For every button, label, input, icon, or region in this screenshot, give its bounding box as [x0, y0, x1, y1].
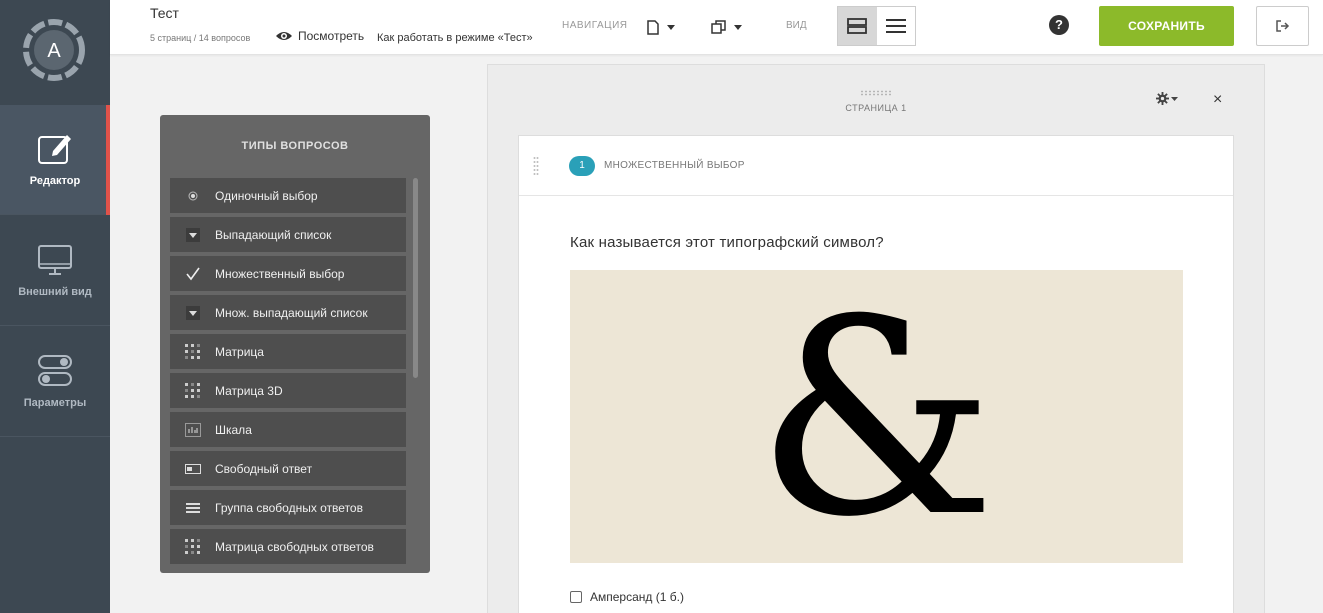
checkmark-icon — [185, 267, 200, 280]
qtype-label: Матрица — [215, 344, 264, 359]
cards-view-icon — [847, 18, 868, 34]
page-nav-dropdown[interactable] — [647, 16, 675, 38]
qtype-label: Множественный выбор — [215, 266, 345, 281]
qtype-multi-dropdown[interactable]: Множ. выпадающий список — [170, 295, 406, 330]
eye-icon — [276, 32, 292, 40]
sidebar-item-label: Параметры — [23, 397, 87, 409]
top-toolbar: Тест 5 страниц / 14 вопросов Посмотреть … — [110, 0, 1323, 55]
list-view-icon — [885, 19, 906, 33]
question-text[interactable]: Как называется этот типографский символ? — [570, 234, 884, 251]
navigation-label: НАВИГАЦИЯ — [562, 20, 628, 31]
qtype-multiple-choice[interactable]: Множественный выбор — [170, 256, 406, 291]
help-icon[interactable]: ? — [1049, 15, 1069, 35]
qtype-label: Шкала — [215, 422, 252, 437]
matrix-icon — [184, 382, 200, 398]
document-stats: 5 страниц / 14 вопросов — [150, 33, 251, 43]
qtype-free-answer[interactable]: Свободный ответ — [170, 451, 406, 486]
question-drag-handle[interactable] — [533, 156, 539, 178]
app-logo[interactable]: A — [0, 0, 110, 105]
page-title: СТРАНИЦА 1 — [845, 103, 907, 113]
qtype-single-choice[interactable]: Одиночный выбор — [170, 178, 406, 213]
copy-dropdown[interactable] — [711, 16, 742, 38]
question-header: 1 МНОЖЕСТВЕННЫЙ ВЫБОР — [519, 136, 1233, 196]
exit-button[interactable] — [1256, 6, 1309, 46]
ampersand-image: & — [756, 261, 996, 576]
svg-text:A: A — [47, 40, 61, 62]
qtype-matrix[interactable]: Матрица — [170, 334, 406, 369]
question-types-panel: ТИПЫ ВОПРОСОВ Одиночный выбор Выпадающий… — [160, 115, 430, 573]
view-list-button[interactable] — [877, 7, 916, 45]
question-image: & — [570, 261, 1183, 576]
ampersand-glyph: & — [756, 270, 996, 563]
save-button[interactable]: СОХРАНИТЬ — [1099, 6, 1234, 46]
question-type-label: МНОЖЕСТВЕННЫЙ ВЫБОР — [604, 160, 745, 171]
sidebar-item-label: Редактор — [29, 175, 81, 187]
document-title[interactable]: Тест — [150, 5, 179, 21]
textfield-icon — [184, 463, 201, 474]
exit-icon — [1275, 20, 1289, 32]
chevron-down-icon — [734, 24, 742, 30]
left-sidebar: A Редактор Внешний вид Параметры — [0, 0, 110, 613]
sidebar-item-editor[interactable]: Редактор — [0, 105, 110, 215]
qtype-matrix-3d[interactable]: Матрица 3D — [170, 373, 406, 408]
logo-icon: A — [23, 19, 85, 81]
sidebar-item-appearance[interactable]: Внешний вид — [0, 216, 110, 326]
lines-icon — [185, 502, 200, 513]
page-canvas: СТРАНИЦА 1 × 1 МНОЖЕСТВЕННЫЙ ВЫБОР Как н… — [487, 64, 1265, 613]
dropdown-icon — [185, 227, 200, 242]
answer-label: Амперсанд (1 б.) — [590, 590, 684, 604]
page-settings-button[interactable] — [1156, 92, 1178, 105]
copy-icon — [711, 19, 726, 34]
gear-icon — [1156, 92, 1169, 105]
matrix-icon — [184, 538, 200, 554]
edit-icon — [38, 135, 71, 164]
matrix-icon — [184, 343, 200, 359]
sidebar-item-settings[interactable]: Параметры — [0, 327, 110, 437]
page-drag-handle[interactable] — [860, 90, 892, 96]
panel-scrollbar[interactable] — [413, 178, 418, 378]
qtype-dropdown[interactable]: Выпадающий список — [170, 217, 406, 252]
toggles-icon — [38, 355, 72, 386]
sidebar-item-label: Внешний вид — [18, 286, 92, 298]
close-icon[interactable]: × — [1213, 91, 1222, 109]
view-label: ВИД — [786, 20, 807, 31]
chevron-down-icon — [1171, 96, 1178, 101]
page-icon — [647, 19, 659, 35]
view-toggle — [837, 6, 916, 46]
qtype-label: Множ. выпадающий список — [215, 305, 368, 320]
panel-title: ТИПЫ ВОПРОСОВ — [241, 140, 349, 152]
qtype-label: Матрица свободных ответов — [215, 539, 374, 554]
qtype-scale[interactable]: Шкала — [170, 412, 406, 447]
qtype-label: Матрица 3D — [215, 383, 283, 398]
qtype-label: Группа свободных ответов — [215, 500, 363, 515]
qtype-label: Свободный ответ — [215, 461, 313, 476]
qtype-free-answer-group[interactable]: Группа свободных ответов — [170, 490, 406, 525]
monitor-icon — [38, 245, 72, 275]
qtype-free-answer-matrix[interactable]: Матрица свободных ответов — [170, 529, 406, 564]
preview-label: Посмотреть — [298, 29, 365, 43]
question-card[interactable]: 1 МНОЖЕСТВЕННЫЙ ВЫБОР Как называется это… — [518, 135, 1234, 613]
chevron-down-icon — [667, 24, 675, 30]
radio-icon — [188, 191, 197, 200]
howto-link[interactable]: Как работать в режиме «Тест» — [377, 32, 533, 44]
view-cards-button[interactable] — [838, 7, 877, 45]
question-number-badge: 1 — [569, 156, 595, 176]
answer-option[interactable]: Амперсанд (1 б.) — [570, 590, 684, 604]
qtype-label: Одиночный выбор — [215, 188, 318, 203]
dropdown-icon — [185, 305, 200, 320]
scale-icon — [184, 422, 201, 437]
qtype-label: Выпадающий список — [215, 227, 332, 242]
preview-link[interactable]: Посмотреть — [275, 29, 364, 43]
answer-checkbox[interactable] — [570, 591, 582, 603]
